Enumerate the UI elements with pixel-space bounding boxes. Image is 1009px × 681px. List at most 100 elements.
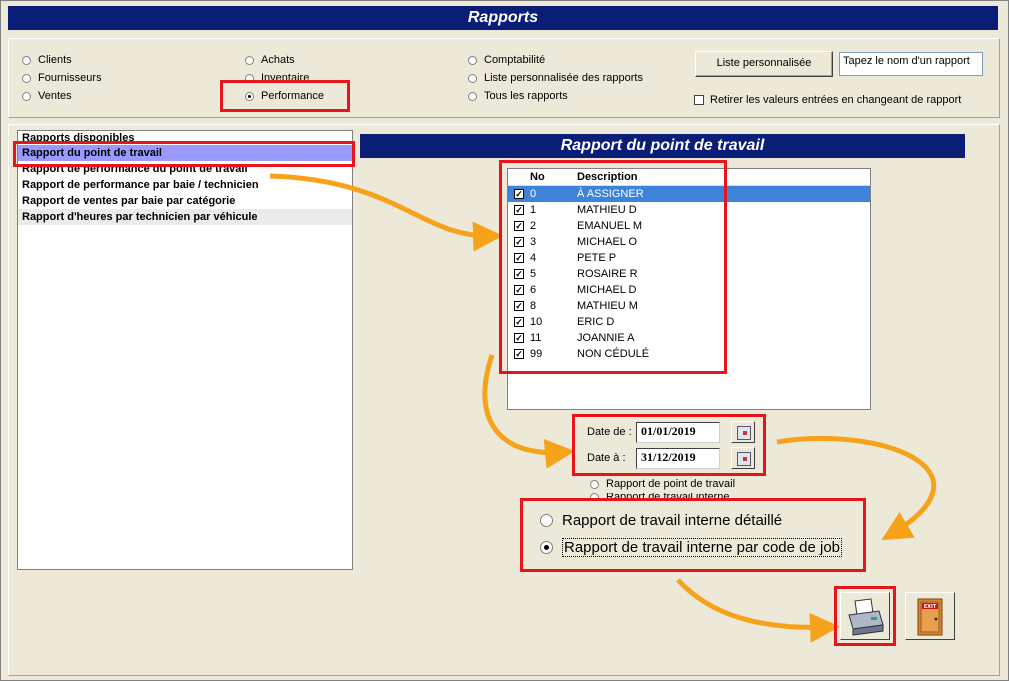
row-description: MATHIEU D [577,204,637,216]
row-description: PETE P [577,252,617,264]
row-no: 11 [530,332,542,344]
grid-row[interactable]: ✓ 99 NON CÉDULÉ [508,346,870,362]
row-checkbox[interactable]: ✓ [514,317,524,327]
radio-inventaire[interactable]: Inventaire [245,72,309,84]
row-no: 3 [530,236,537,248]
row-description: À ASSIGNER [577,188,644,200]
date-to-field[interactable]: 31/12/2019 [636,448,720,469]
technician-grid: No Description ✓ 0 À ASSIGNER ✓ 1 MATHIEU D ✓ 2… [507,168,871,410]
report-name-input[interactable]: Tapez le nom d'un rapport [839,52,983,76]
row-no: 10 [530,316,543,328]
radio-dot [590,479,599,489]
row-checkbox[interactable]: ✓ [514,205,524,215]
clear-values-checkbox[interactable]: Retirer les valeurs entrées en changeant… [694,94,961,106]
exit-door-icon: EXIT [917,598,943,636]
grid-row[interactable]: ✓ 4 PETE P [508,250,870,266]
report-panel-title: Rapport du point de travail [360,134,965,158]
grid-header-description: Description [577,171,638,183]
row-no: 2 [530,220,537,232]
checkbox-box [694,95,704,105]
calendar-icon [737,426,751,440]
row-checkbox[interactable]: ✓ [514,237,524,247]
row-description: ERIC D [577,316,615,328]
radio-clients[interactable]: Clients [22,54,72,66]
row-description: MICHAEL D [577,284,637,296]
custom-list-button[interactable]: Liste personnalisée [695,51,833,77]
radio-dot [245,73,254,83]
calendar-from-button[interactable] [731,421,755,443]
radio-dot [22,55,31,65]
exit-sign-text: EXIT [924,604,937,610]
grid-header: No Description [508,169,870,186]
row-description: MICHAEL O [577,236,638,248]
exit-button[interactable]: EXIT [905,592,955,640]
row-checkbox[interactable]: ✓ [514,269,524,279]
radio-dot [468,91,477,101]
row-no: 99 [530,348,543,360]
row-description: MATHIEU M [577,300,638,312]
radio-dot [540,514,553,527]
grid-row[interactable]: ✓ 5 ROSAIRE R [508,266,870,282]
radio-tous-rapports[interactable]: Tous les rapports [468,90,568,102]
radio-ventes[interactable]: Ventes [22,90,72,102]
row-description: EMANUEL M [577,220,642,232]
row-checkbox[interactable]: ✓ [514,333,524,343]
printer-icon [848,598,884,636]
row-no: 4 [530,252,537,264]
date-from-label: Date de : [587,426,632,438]
reports-list: Rapports disponibles Rapport du point de… [17,130,353,570]
radio-achats[interactable]: Achats [245,54,295,66]
report-item-ventes-baie[interactable]: Rapport de ventes par baie par catégorie [18,193,352,209]
radio-dot-selected [245,91,254,101]
row-description: JOANNIE A [577,332,635,344]
radio-travail-interne-detaille[interactable]: Rapport de travail interne détaillé [540,512,782,529]
radio-fournisseurs[interactable]: Fournisseurs [22,72,102,84]
row-no: 5 [530,268,537,280]
row-description: ROSAIRE R [577,268,638,280]
report-item-heures-technicien[interactable]: Rapport d'heures par technicien par véhi… [18,209,352,225]
row-no: 1 [530,204,537,216]
radio-comptabilite[interactable]: Comptabilité [468,54,545,66]
row-no: 8 [530,300,537,312]
radio-liste-personnalisee[interactable]: Liste personnalisée des rapports [468,72,643,84]
calendar-icon [737,452,751,466]
grid-row[interactable]: ✓ 1 MATHIEU D [508,202,870,218]
grid-row[interactable]: ✓ 11 JOANNIE A [508,330,870,346]
radio-dot [468,73,477,83]
calendar-to-button[interactable] [731,447,755,469]
row-checkbox[interactable]: ✓ [514,301,524,311]
row-checkbox[interactable]: ✓ [514,221,524,231]
grid-row[interactable]: ✓ 10 ERIC D [508,314,870,330]
row-checkbox[interactable]: ✓ [514,285,524,295]
grid-header-no: No [530,171,545,183]
grid-row[interactable]: ✓ 8 MATHIEU M [508,298,870,314]
radio-dot [22,73,31,83]
radio-dot [22,91,31,101]
row-checkbox[interactable]: ✓ [514,189,524,199]
row-no: 0 [530,188,537,200]
radio-dot [468,55,477,65]
radio-dot [590,493,599,501]
report-item-point-travail[interactable]: Rapport du point de travail [18,145,352,161]
radio-dot-selected [540,541,553,554]
window-title: Rapports [8,6,998,30]
radio-point-travail[interactable]: Rapport de point de travail [590,478,735,490]
grid-row[interactable]: ✓ 2 EMANUEL M [508,218,870,234]
radio-performance[interactable]: Performance [245,90,324,102]
date-from-field[interactable]: 01/01/2019 [636,422,720,443]
grid-row[interactable]: ✓ 0 À ASSIGNER [508,186,870,202]
row-description: NON CÉDULÉ [577,348,650,360]
radio-travail-interne[interactable]: Rapport de travail interne [590,493,730,501]
report-item-performance-point[interactable]: Rapport de performance du point de trava… [18,161,352,177]
row-no: 6 [530,284,537,296]
report-item-performance-baie[interactable]: Rapport de performance par baie / techni… [18,177,352,193]
grid-row[interactable]: ✓ 3 MICHAEL O [508,234,870,250]
date-to-label: Date à : [587,452,626,464]
radio-travail-interne-code-job[interactable]: Rapport de travail interne par code de j… [540,538,843,557]
row-checkbox[interactable]: ✓ [514,349,524,359]
radio-dot [245,55,254,65]
row-checkbox[interactable]: ✓ [514,253,524,263]
grid-row[interactable]: ✓ 6 MICHAEL D [508,282,870,298]
reports-list-header: Rapports disponibles [22,132,135,144]
print-button[interactable] [840,592,890,640]
